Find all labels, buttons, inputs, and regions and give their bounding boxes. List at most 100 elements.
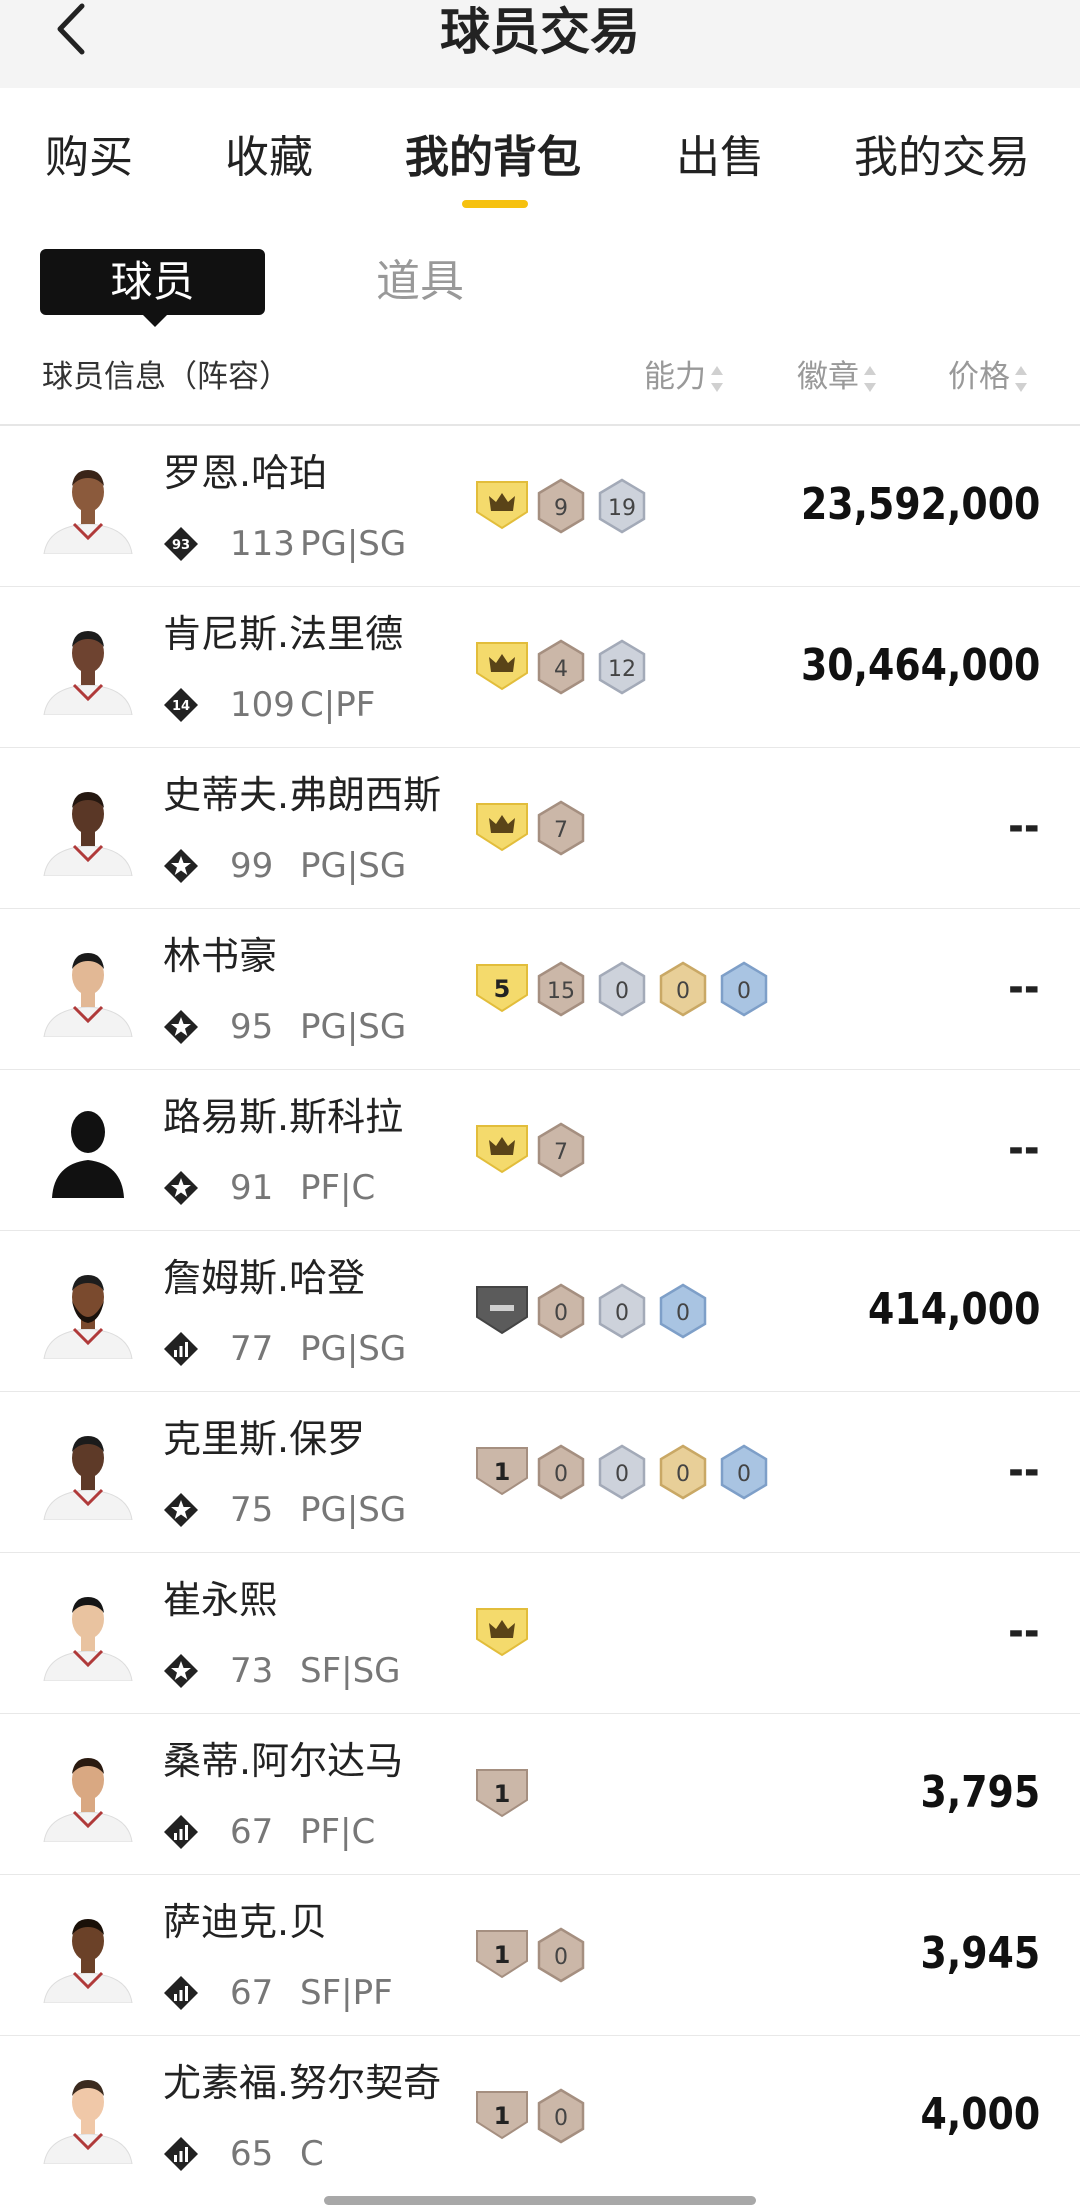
tab-my-backpack[interactable]: 我的背包 (405, 118, 581, 198)
player-rating: 99 (230, 846, 274, 886)
player-position: C|PF (300, 685, 376, 725)
badge-item: 0 (658, 961, 708, 1017)
blue-hexagon-badge: 0 (720, 1444, 768, 1500)
bars-diamond-icon (164, 1815, 198, 1849)
player-portrait-icon (43, 1597, 133, 1682)
player-price: -- (1008, 1606, 1040, 1657)
player-position: PG|SG (300, 1329, 407, 1369)
badge-level-label: 1 (494, 1780, 511, 1808)
silver-hexagon-badge: 19 (598, 478, 646, 534)
bronze-hexagon-badge: 15 (537, 961, 585, 1017)
player-row[interactable]: 崔永熙 73 SF|SG -- (0, 1553, 1080, 1714)
badge-count-label: 0 (676, 979, 690, 1004)
badge-item: 0 (597, 1283, 647, 1339)
segment-items[interactable]: 道具 (340, 249, 500, 315)
player-rating: 95 (230, 1007, 274, 1047)
player-portrait-icon (43, 1275, 133, 1360)
svg-text:93: 93 (172, 538, 190, 553)
sort-arrows-icon (1014, 365, 1028, 392)
badge-count-label: 4 (554, 657, 568, 682)
player-tier-badge: 93 (163, 526, 199, 562)
bars-diamond-icon (164, 1976, 198, 2010)
tab-favorites[interactable]: 收藏 (225, 118, 313, 198)
player-row[interactable]: 克里斯.保罗 75 PG|SG 1 0 0 0 0 -- (0, 1392, 1080, 1553)
level-shield-badge: 1 (476, 1769, 528, 1818)
player-price: 23,592,000 (800, 479, 1040, 530)
sort-price[interactable]: 价格 (948, 355, 1028, 399)
player-row[interactable]: 路易斯.斯科拉 91 PF|C 7 -- (0, 1070, 1080, 1231)
badge-item (475, 1122, 529, 1176)
player-tier-badge (163, 1814, 199, 1850)
player-rating: 113 (230, 524, 295, 564)
badge-count-label: 12 (608, 657, 636, 682)
sort-badges-label: 徽章 (797, 359, 859, 395)
badge-item: 0 (597, 961, 647, 1017)
badge-count-label: 19 (608, 496, 636, 521)
player-avatar (38, 1420, 138, 1521)
badge-item: 0 (719, 961, 769, 1017)
tab-sell[interactable]: 出售 (676, 118, 764, 198)
player-tier-badge (163, 848, 199, 884)
player-row[interactable]: 桑蒂.阿尔达马 67 PF|C 1 3,795 (0, 1714, 1080, 1875)
badge-item: 7 (536, 800, 586, 856)
badge-count-label: 0 (615, 1301, 629, 1326)
badge-item: 1 (475, 2088, 529, 2142)
badge-count-label: 7 (554, 1140, 568, 1165)
star-diamond-icon (164, 1654, 198, 1688)
segment-players[interactable]: 球员 (40, 249, 265, 327)
player-portrait-icon (43, 1758, 133, 1843)
player-name: 崔永熙 (163, 1578, 278, 1622)
player-name: 詹姆斯.哈登 (163, 1256, 366, 1300)
player-price: 3,945 (920, 1928, 1040, 1979)
player-name: 林书豪 (163, 934, 278, 978)
badge-count-label: 0 (615, 979, 629, 1004)
star-diamond-icon (164, 1493, 198, 1527)
player-rating: 67 (230, 1812, 274, 1852)
crown-shield-badge-icon (476, 481, 528, 530)
player-row[interactable]: 萨迪克.贝 67 SF|PF 1 0 3,945 (0, 1875, 1080, 2036)
player-price: -- (1008, 1445, 1040, 1496)
badge-count-label: 0 (737, 1462, 751, 1487)
player-price: 4,000 (920, 2089, 1040, 2140)
sort-arrows-icon (863, 365, 877, 392)
badge-count-label: 9 (554, 496, 568, 521)
player-avatar (38, 776, 138, 877)
sort-badges[interactable]: 徽章 (797, 355, 877, 399)
badge-item (475, 1283, 529, 1337)
player-position: PF|C (300, 1812, 376, 1852)
badge-item: 0 (658, 1444, 708, 1500)
level-shield-badge: 1 (476, 1447, 528, 1496)
player-row[interactable]: 林书豪 95 PG|SG 5 15 0 0 0 -- (0, 909, 1080, 1070)
player-portrait-icon (43, 2080, 133, 2165)
player-tier-badge (163, 2136, 199, 2172)
badge-item: 4 (536, 639, 586, 695)
player-row[interactable]: 罗恩.哈珀 93 113 PG|SG 9 19 23,592,000 (0, 426, 1080, 587)
badge-item (475, 1605, 529, 1659)
level-shield-badge: 5 (476, 964, 528, 1013)
player-rating: 67 (230, 1973, 274, 2013)
badge-level-label: 5 (494, 975, 511, 1003)
player-avatar (38, 1903, 138, 2004)
player-portrait-icon (43, 953, 133, 1038)
player-row[interactable]: 尤素福.努尔契奇 65 C 1 0 4,000 (0, 2036, 1080, 2196)
badge-level-label: 1 (494, 1458, 511, 1486)
badge-item: 1 (475, 1766, 529, 1820)
bronze-hexagon-badge: 7 (537, 1122, 585, 1178)
tab-buy[interactable]: 购买 (45, 118, 133, 198)
level-shield-badge: 1 (476, 2091, 528, 2140)
badge-item: 0 (658, 1283, 708, 1339)
crown-shield-badge-icon (476, 1608, 528, 1657)
player-position: C (300, 2134, 324, 2174)
player-row[interactable]: 詹姆斯.哈登 77 PG|SG 0 0 0 414,000 (0, 1231, 1080, 1392)
crown-shield-badge-icon (476, 803, 528, 852)
badge-item: 0 (536, 2088, 586, 2144)
badge-count-label: 0 (615, 1462, 629, 1487)
nav-header: 球员交易 (0, 0, 1080, 88)
player-row[interactable]: 史蒂夫.弗朗西斯 99 PG|SG 7 -- (0, 748, 1080, 909)
player-row[interactable]: 肯尼斯.法里德 14 109 C|PF 4 12 30,464,000 (0, 587, 1080, 748)
tab-my-trades[interactable]: 我的交易 (854, 118, 1030, 198)
bronze-hexagon-badge: 7 (537, 800, 585, 856)
blue-hexagon-badge: 0 (720, 961, 768, 1017)
player-portrait-icon (43, 631, 133, 716)
sort-ability[interactable]: 能力 (644, 355, 724, 399)
